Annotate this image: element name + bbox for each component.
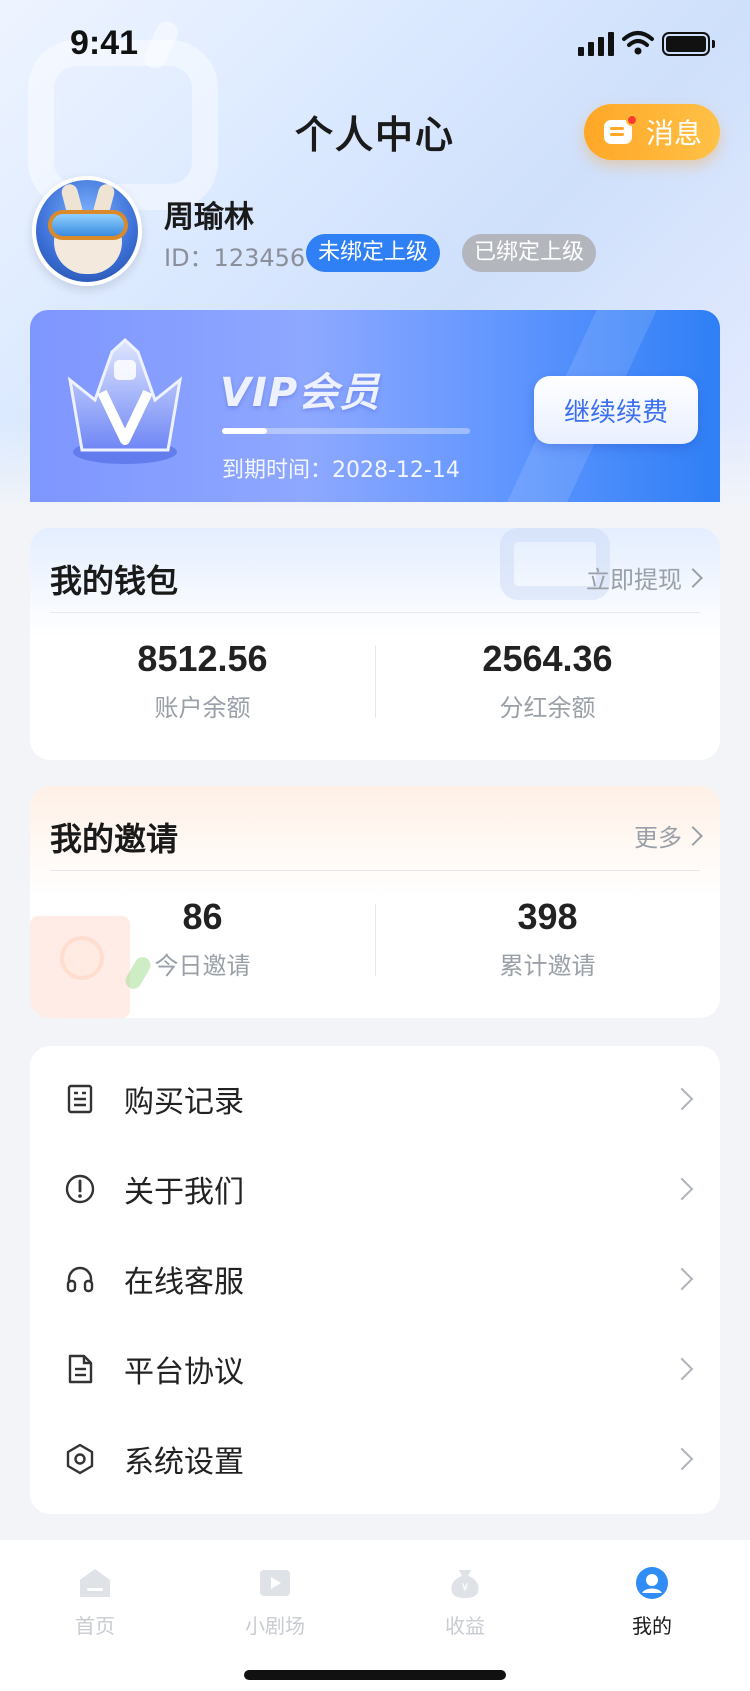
invite-card: 我的邀请 更多 86 今日邀请 398 累计邀请 [30, 786, 720, 1018]
today-invites-value: 86 [182, 896, 223, 937]
status-bar: 9:41 [0, 0, 750, 88]
tab-label: 我的 [632, 1614, 672, 1638]
invite-more-link[interactable]: 更多 [634, 818, 703, 853]
chat-bubble-icon [604, 114, 638, 146]
receipt-icon [67, 1084, 93, 1114]
user-icon [636, 1567, 668, 1599]
vip-progress-bar [222, 428, 470, 434]
unbound-superior-tag[interactable]: 未绑定上级 [306, 234, 441, 272]
battery-icon [662, 32, 715, 56]
account-balance: 8512.56 账户余额 [30, 638, 375, 723]
tab-home[interactable]: 首页 [35, 1566, 155, 1639]
tab-label: 首页 [75, 1614, 115, 1638]
home-indicator [244, 1670, 506, 1680]
wallet-card: 我的钱包 立即提现 8512.56 账户余额 2564.36 分红余额 [30, 528, 720, 760]
menu-item-label: 平台协议 [124, 1355, 244, 1390]
account-balance-value: 8512.56 [137, 638, 268, 679]
status-time: 9:41 [70, 24, 139, 62]
info-circle-icon [65, 1174, 95, 1204]
menu-item-platform-agreement[interactable]: 平台协议 [30, 1324, 720, 1414]
tab-label: 小剧场 [245, 1614, 305, 1638]
avatar[interactable] [32, 176, 142, 286]
menu-item-label: 在线客服 [124, 1265, 244, 1300]
headset-icon [66, 1266, 94, 1293]
invite-more-label: 更多 [634, 824, 682, 852]
renew-button[interactable]: 继续续费 [534, 376, 698, 444]
vip-card: VIP会员 到期时间：2028-12-14 继续续费 [30, 310, 720, 502]
username: 周瑜林 [164, 200, 254, 235]
menu-item-system-settings[interactable]: 系统设置 [30, 1414, 720, 1504]
chevron-right-icon [670, 1267, 694, 1291]
chevron-right-icon [670, 1447, 694, 1471]
message-button[interactable]: 消息 [584, 104, 720, 160]
chevron-right-icon [683, 825, 703, 846]
wallet-title: 我的钱包 [50, 562, 179, 600]
home-icon [80, 1569, 110, 1597]
total-invites-label: 累计邀请 [499, 952, 596, 980]
vip-title: VIP会员 [220, 370, 381, 416]
user-id: ID：123456 [164, 244, 306, 272]
account-balance-label: 账户余额 [154, 694, 251, 722]
dividend-balance-label: 分红余额 [499, 694, 596, 722]
withdraw-link[interactable]: 立即提现 [586, 560, 703, 595]
dividend-balance-value: 2564.36 [482, 638, 613, 679]
menu-item-label: 购买记录 [124, 1085, 244, 1120]
vip-expire-date: 到期时间：2028-12-14 [222, 458, 460, 483]
chevron-right-icon [670, 1087, 694, 1111]
menu-item-label: 系统设置 [124, 1445, 244, 1480]
notification-dot [626, 114, 638, 126]
svg-text:¥: ¥ [462, 1581, 469, 1594]
tab-mine[interactable]: 我的 [592, 1566, 712, 1639]
total-invites: 398 累计邀请 [375, 896, 720, 981]
theater-icon [260, 1570, 290, 1596]
message-button-label: 消息 [646, 117, 703, 150]
chevron-right-icon [683, 567, 703, 588]
vip-crown-icon [67, 337, 183, 464]
bottom-tab-bar: 首页 小剧场 ¥ 收益 我的 [0, 1540, 750, 1691]
menu-list: 购买记录 关于我们 在线客服 平台协议 系统设置 [30, 1046, 720, 1514]
invite-title: 我的邀请 [50, 820, 179, 858]
wifi-icon [622, 31, 654, 55]
settings-hexagon-icon [66, 1443, 94, 1475]
menu-item-purchase-records[interactable]: 购买记录 [30, 1054, 720, 1144]
today-invites: 86 今日邀请 [30, 896, 375, 981]
chevron-right-icon [670, 1357, 694, 1381]
today-invites-label: 今日邀请 [154, 952, 251, 980]
menu-item-label: 关于我们 [124, 1175, 244, 1210]
total-invites-value: 398 [517, 896, 578, 937]
menu-item-customer-service[interactable]: 在线客服 [30, 1234, 720, 1324]
tab-label: 收益 [445, 1614, 485, 1638]
withdraw-link-label: 立即提现 [586, 566, 682, 594]
chevron-right-icon [670, 1177, 694, 1201]
document-icon [68, 1354, 93, 1384]
tab-theater[interactable]: 小剧场 [215, 1566, 335, 1639]
money-bag-icon: ¥ [451, 1570, 479, 1598]
menu-item-about-us[interactable]: 关于我们 [30, 1144, 720, 1234]
dividend-balance: 2564.36 分红余额 [375, 638, 720, 723]
tab-earnings[interactable]: ¥ 收益 [405, 1566, 525, 1639]
bound-superior-tag[interactable]: 已绑定上级 [462, 234, 597, 272]
signal-icon [578, 32, 614, 56]
